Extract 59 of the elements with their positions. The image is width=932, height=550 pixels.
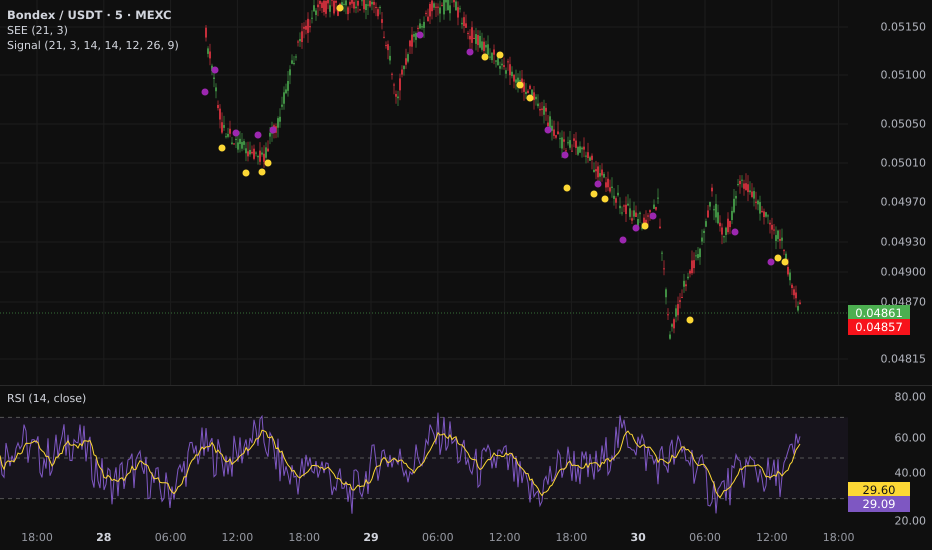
signal-dot (516, 82, 524, 88)
signal-dot (732, 228, 738, 236)
signal-dot (526, 94, 534, 102)
price-badge: 0.04857 (848, 319, 910, 335)
rsi-label: 80.00 (894, 390, 926, 404)
time-label: 18:00 (21, 531, 53, 544)
time-label: 06:00 (154, 531, 186, 544)
signal-dot (232, 130, 240, 136)
signal-dot (564, 184, 570, 192)
signal-dot (242, 170, 250, 176)
price-label: 0.05050 (880, 118, 926, 130)
signal-dot (594, 180, 602, 188)
date-label: 30 (630, 531, 646, 544)
signal-dot (270, 126, 276, 134)
time-label: 18:00 (556, 531, 588, 544)
price-label: 0.05150 (880, 20, 926, 34)
time-label: 18:00 (288, 531, 320, 544)
symbol-title: Bondex / USDT · 5 · MEXC (7, 8, 172, 22)
signal-dot (642, 222, 648, 230)
signal-dot (496, 52, 504, 58)
signal-dot (336, 4, 344, 12)
rsi-badge: 29.09 (848, 496, 910, 512)
signal-dot (466, 48, 474, 56)
time-label: 12:00 (222, 531, 254, 544)
price-label: 0.04900 (880, 266, 926, 278)
signal-dot (212, 66, 218, 74)
signal-dot (264, 160, 272, 166)
rsi-label: 20.00 (894, 514, 926, 528)
signal-dot (202, 88, 208, 96)
signal-dot (544, 126, 552, 134)
date-label: 29 (363, 531, 379, 544)
indicator-label: Signal (21, 3, 14, 14, 12, 26, 9) (7, 39, 179, 52)
rsi-title: RSI (14, close) (7, 392, 86, 405)
date-label: 28 (96, 531, 112, 544)
time-label: 12:00 (488, 531, 520, 544)
price-label: 0.05100 (880, 68, 926, 82)
signal-dot (686, 316, 694, 324)
price-label: 0.05010 (880, 156, 926, 170)
time-label: 06:00 (422, 531, 454, 544)
signal-dot (218, 144, 226, 152)
signal-dot (254, 132, 262, 138)
time-label: 06:00 (689, 531, 721, 544)
signal-dot (482, 54, 488, 60)
indicator-label: SEE (21, 3) (7, 24, 69, 37)
time-label: 18:00 (822, 531, 854, 544)
time-label: 12:00 (756, 531, 788, 544)
signal-dot (590, 190, 598, 198)
price-label: 0.04930 (880, 236, 926, 248)
signal-dot (562, 152, 568, 158)
signal-dot (602, 196, 608, 202)
price-label: 0.04970 (880, 196, 926, 208)
signal-dot (416, 32, 424, 38)
signal-dot (650, 212, 656, 220)
signal-dot (258, 168, 266, 176)
rsi-label: 40.00 (894, 466, 926, 480)
price-label: 0.04815 (880, 352, 926, 366)
rsi-label: 60.00 (894, 432, 926, 444)
signal-dot (620, 236, 626, 244)
signal-dot (632, 224, 640, 232)
